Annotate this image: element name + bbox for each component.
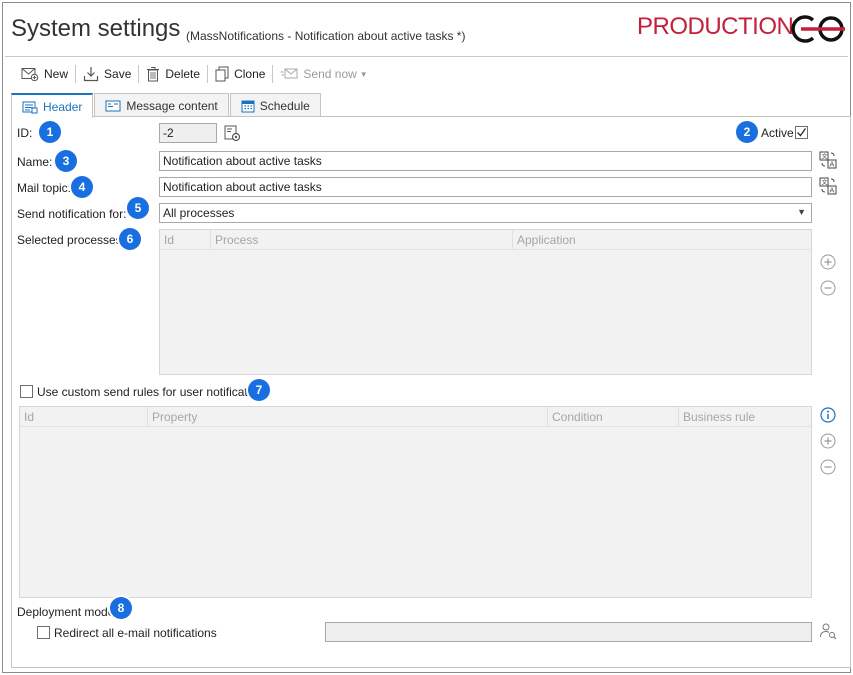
send-now-button[interactable]: Send now ▼ — [274, 63, 373, 85]
translate-icon[interactable]: 文 A — [819, 177, 837, 195]
column-header-id[interactable]: Id — [20, 407, 148, 427]
rules-grid-header: Id Property Condition Business rule — [20, 407, 811, 427]
trash-icon — [147, 67, 160, 82]
custom-rules-checkbox[interactable] — [20, 385, 33, 398]
column-header-id[interactable]: Id — [160, 230, 211, 250]
environment-logo-icon — [791, 15, 845, 43]
id-label: ID: — [17, 126, 33, 140]
clone-icon — [215, 66, 229, 82]
add-process-icon[interactable] — [820, 254, 836, 270]
column-header-business-rule[interactable]: Business rule — [679, 407, 811, 427]
callout-badge-6: 6 — [119, 228, 141, 250]
callout-badge-4: 4 — [71, 176, 93, 198]
svg-text:A: A — [830, 161, 835, 169]
column-header-application[interactable]: Application — [513, 230, 811, 250]
save-label: Save — [104, 67, 132, 81]
remove-rule-icon[interactable] — [820, 459, 836, 475]
tab-bar: Header Message content Schedule — [11, 93, 322, 118]
callout-badge-7: 7 — [248, 379, 270, 401]
redirect-checkbox[interactable] — [37, 626, 50, 639]
toolbar-separator — [138, 65, 140, 83]
dropdown-caret-icon: ▼ — [359, 69, 368, 79]
toolbar-separator — [272, 65, 274, 83]
tab-schedule[interactable]: Schedule — [229, 93, 321, 117]
tab-message-content[interactable]: Message content — [94, 93, 229, 117]
clone-label: Clone — [234, 67, 266, 81]
remove-process-icon[interactable] — [820, 280, 836, 296]
new-button[interactable]: New — [15, 63, 74, 85]
environment-label: PRODUCTION — [637, 13, 794, 40]
send-notification-value: All processes — [163, 206, 235, 220]
delete-label: Delete — [165, 67, 201, 81]
callout-badge-8: 8 — [110, 597, 132, 619]
new-mail-icon — [21, 68, 39, 81]
custom-rules-label: Use custom send rules for user notificat… — [37, 385, 270, 399]
active-label: Active — [761, 126, 794, 140]
svg-text:A: A — [830, 187, 835, 195]
name-label: Name: — [17, 155, 53, 169]
redirect-label: Redirect all e-mail notifications — [54, 626, 217, 640]
column-header-process[interactable]: Process — [211, 230, 513, 250]
tab-header[interactable]: Header — [11, 93, 94, 118]
selected-processes-label: Selected processes: — [17, 233, 126, 247]
send-notification-select[interactable]: All processes ▼ — [159, 203, 812, 223]
mail-topic-field[interactable]: Notification about active tasks — [159, 177, 812, 197]
checkmark-icon — [797, 128, 807, 137]
id-settings-icon[interactable] — [224, 125, 242, 143]
title-divider — [5, 56, 848, 57]
selected-processes-grid[interactable]: Id Process Application — [159, 229, 812, 375]
toolbar-separator — [75, 65, 77, 83]
mail-topic-label: Mail topic: — [17, 181, 72, 195]
callout-badge-3: 3 — [55, 150, 77, 172]
page-subtitle: (MassNotifications - Notification about … — [186, 29, 466, 43]
callout-badge-1: 1 — [39, 121, 61, 143]
redirect-address-field[interactable] — [325, 622, 812, 642]
page-title: System settings — [11, 15, 181, 42]
tab-schedule-label: Schedule — [259, 98, 310, 113]
user-search-icon[interactable] — [819, 622, 837, 640]
clone-button[interactable]: Clone — [209, 63, 271, 85]
delete-button[interactable]: Delete — [140, 63, 206, 85]
send-mail-icon — [280, 68, 298, 79]
deployment-mode-label: Deployment mode: — [17, 605, 118, 619]
svg-text:文: 文 — [822, 153, 828, 161]
column-header-property[interactable]: Property — [148, 407, 548, 427]
send-notification-label: Send notification for: — [17, 207, 127, 221]
active-checkbox[interactable] — [795, 126, 808, 139]
save-icon — [83, 67, 99, 82]
new-label: New — [44, 67, 69, 81]
header-tab-panel: ID: 1 -2 2 Active Name: 3 Notification a… — [11, 116, 851, 668]
chevron-down-icon: ▼ — [797, 207, 806, 217]
name-field[interactable]: Notification about active tasks — [159, 151, 812, 171]
tab-header-label: Header — [43, 99, 83, 114]
save-button[interactable]: Save — [77, 63, 137, 85]
tab-message-content-label: Message content — [126, 98, 218, 113]
toolbar-separator — [207, 65, 209, 83]
processes-grid-header: Id Process Application — [160, 230, 811, 250]
add-rule-icon[interactable] — [820, 433, 836, 449]
toolbar: New Save Delete Clone Send now ▼ — [15, 62, 374, 86]
callout-badge-2: 2 — [736, 121, 758, 143]
column-header-condition[interactable]: Condition — [548, 407, 679, 427]
custom-rules-grid[interactable]: Id Property Condition Business rule — [19, 406, 812, 598]
message-tab-icon — [105, 100, 121, 111]
system-settings-window: System settings (MassNotifications - Not… — [2, 2, 851, 673]
svg-text:文: 文 — [822, 179, 828, 187]
send-now-label: Send now — [303, 67, 357, 81]
id-field: -2 — [159, 123, 217, 143]
info-icon[interactable] — [820, 407, 836, 423]
calendar-icon — [241, 100, 255, 112]
translate-icon[interactable]: 文 A — [819, 151, 837, 169]
header-tab-icon — [22, 101, 38, 113]
callout-badge-5: 5 — [127, 197, 149, 219]
